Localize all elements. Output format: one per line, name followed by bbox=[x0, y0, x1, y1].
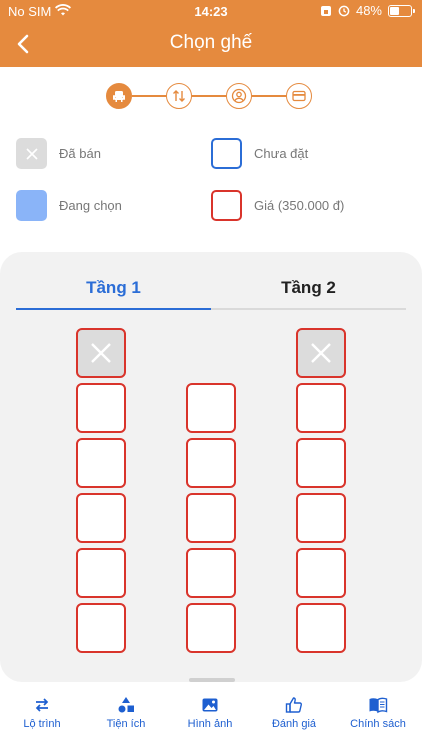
nav-row: Chọn ghế bbox=[0, 28, 422, 60]
sold-seat-swatch bbox=[16, 138, 47, 169]
price-seat-swatch bbox=[211, 190, 242, 221]
legend-empty: Chưa đặt bbox=[211, 138, 308, 169]
empty-seat-swatch bbox=[211, 138, 242, 169]
nav-amenities[interactable]: Tiện ích bbox=[84, 696, 168, 730]
book-icon bbox=[369, 697, 388, 714]
stepper-connector bbox=[252, 95, 286, 97]
available-seat[interactable] bbox=[76, 438, 126, 488]
booking-stepper bbox=[106, 80, 312, 112]
alarm-icon bbox=[338, 5, 350, 16]
available-seat[interactable] bbox=[76, 383, 126, 433]
close-icon bbox=[25, 147, 38, 160]
floor-tabs: Tầng 1 Tầng 2 bbox=[16, 252, 406, 310]
nav-reviews-label: Đánh giá bbox=[271, 718, 317, 730]
seat-icon[interactable] bbox=[106, 83, 132, 109]
stepper-connector bbox=[132, 95, 166, 97]
nav-reviews[interactable]: Đánh giá bbox=[252, 696, 336, 730]
available-seat[interactable] bbox=[296, 438, 346, 488]
profile-icon[interactable] bbox=[226, 83, 252, 109]
available-seat[interactable] bbox=[296, 493, 346, 543]
battery-icon bbox=[388, 4, 415, 17]
available-seat[interactable] bbox=[186, 493, 236, 543]
nav-route[interactable]: Lộ trình bbox=[0, 696, 84, 730]
close-icon bbox=[311, 343, 331, 363]
available-seat[interactable] bbox=[76, 548, 126, 598]
seat-legend: Đã bán Chưa đặt Đang chọn Giá (350.000 đ… bbox=[16, 138, 416, 222]
available-seat[interactable] bbox=[186, 603, 236, 653]
seat-map-card: Tầng 1 Tầng 2 bbox=[0, 252, 422, 682]
legend-selecting: Đang chọn bbox=[16, 190, 122, 221]
available-seat[interactable] bbox=[296, 603, 346, 653]
sold-seat bbox=[76, 328, 126, 378]
lock-rotation-icon bbox=[320, 5, 331, 16]
bottom-nav: Lộ trình Tiện ích Hình ảnh Đánh giá Chín… bbox=[0, 688, 422, 750]
nav-images[interactable]: Hình ảnh bbox=[168, 696, 252, 730]
tab-divider bbox=[16, 308, 406, 310]
seat-selection-screen: No SIM 14:23 48% Chọn ghế Đã bán Chưa đặ… bbox=[0, 0, 422, 750]
legend-empty-label: Chưa đặt bbox=[254, 146, 309, 161]
sold-seat bbox=[296, 328, 346, 378]
close-icon bbox=[91, 343, 111, 363]
nav-policy[interactable]: Chính sách bbox=[336, 696, 420, 730]
nav-images-label: Hình ảnh bbox=[187, 718, 233, 730]
active-tab-indicator bbox=[16, 308, 211, 310]
swap-icon[interactable] bbox=[166, 83, 192, 109]
legend-price: Giá (350.000 đ) bbox=[211, 190, 344, 221]
legend-sold-label: Đã bán bbox=[59, 146, 101, 161]
available-seat[interactable] bbox=[186, 438, 236, 488]
legend-sold: Đã bán bbox=[16, 138, 101, 169]
thumbs-up-icon bbox=[285, 697, 302, 713]
tab-floor-2[interactable]: Tầng 2 bbox=[211, 278, 406, 298]
available-seat[interactable] bbox=[76, 603, 126, 653]
battery-fill bbox=[390, 6, 399, 15]
available-seat[interactable] bbox=[186, 548, 236, 598]
nav-route-label: Lộ trình bbox=[23, 718, 61, 730]
status-bar: No SIM 14:23 48% bbox=[0, 0, 422, 22]
nav-amenities-label: Tiện ích bbox=[106, 718, 146, 730]
nav-policy-label: Chính sách bbox=[350, 718, 406, 730]
tab-floor-1[interactable]: Tầng 1 bbox=[16, 278, 211, 298]
page-title: Chọn ghế bbox=[169, 32, 253, 53]
status-right: 48% bbox=[320, 3, 415, 18]
legend-price-label: Giá (350.000 đ) bbox=[254, 198, 345, 213]
available-seat[interactable] bbox=[76, 493, 126, 543]
available-seat[interactable] bbox=[296, 383, 346, 433]
shapes-icon bbox=[118, 697, 134, 713]
available-seat[interactable] bbox=[186, 383, 236, 433]
legend-selecting-label: Đang chọn bbox=[59, 198, 122, 213]
app-header: No SIM 14:23 48% Chọn ghế bbox=[0, 0, 422, 67]
selecting-seat-swatch bbox=[16, 190, 47, 221]
card-icon[interactable] bbox=[286, 83, 312, 109]
image-icon bbox=[202, 698, 218, 712]
available-seat[interactable] bbox=[296, 548, 346, 598]
battery-percent: 48% bbox=[355, 3, 382, 18]
route-swap-icon bbox=[35, 698, 49, 712]
sheet-grabber[interactable] bbox=[189, 678, 235, 682]
stepper-connector bbox=[192, 95, 226, 97]
